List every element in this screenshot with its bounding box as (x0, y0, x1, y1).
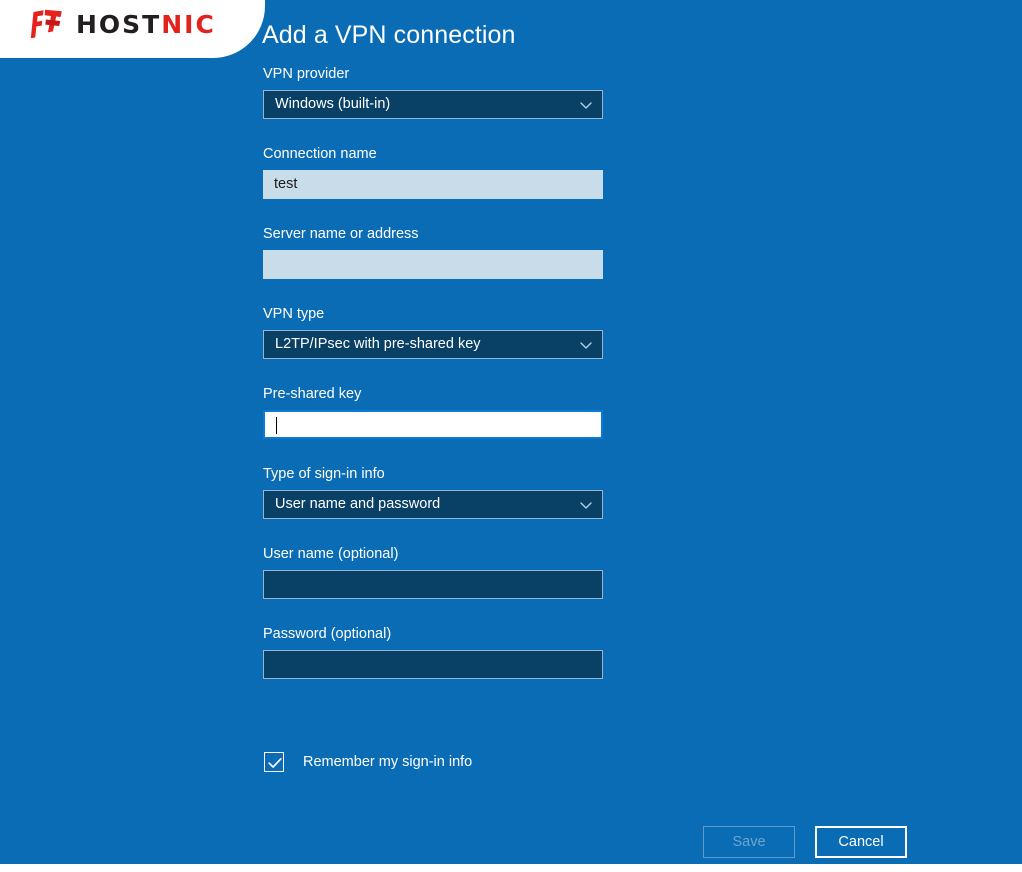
brand-name-nic: NIC (161, 9, 216, 39)
connection-name-label: Connection name (263, 146, 377, 162)
hostnic-flag-icon (30, 9, 62, 39)
brand-name: HOSTNIC (76, 12, 216, 37)
vpn-form: VPN provider Windows (built-in) Connecti… (263, 66, 605, 679)
user-name-input[interactable] (263, 570, 603, 599)
server-name-label: Server name or address (263, 226, 419, 242)
remember-sign-in-label: Remember my sign-in info (303, 754, 473, 770)
remember-sign-in-row[interactable]: Remember my sign-in info (264, 752, 472, 772)
chevron-down-icon (580, 101, 592, 109)
dialog-actions: Save Cancel (703, 826, 907, 858)
vpn-type-select[interactable]: L2TP/IPsec with pre-shared key (263, 330, 603, 359)
field-server-name: Server name or address (263, 226, 605, 279)
connection-name-value: test (274, 176, 298, 193)
sign-in-type-value: User name and password (275, 497, 441, 512)
brand-logo: HOSTNIC (30, 9, 216, 39)
field-connection-name: Connection name test (263, 146, 605, 199)
vpn-provider-label: VPN provider (263, 66, 350, 82)
vpn-type-label: VPN type (263, 306, 325, 322)
field-pre-shared-key: Pre-shared key (263, 386, 605, 439)
pre-shared-key-label: Pre-shared key (263, 386, 362, 402)
field-vpn-provider: VPN provider Windows (built-in) (263, 66, 605, 119)
user-name-label: User name (optional) (263, 546, 399, 562)
vpn-type-value: L2TP/IPsec with pre-shared key (275, 337, 481, 352)
password-label: Password (optional) (263, 626, 392, 642)
brand-name-host: HOST (76, 9, 162, 39)
vpn-dialog-page: HOSTNIC Add a VPN connection VPN provide… (0, 0, 1022, 872)
password-input[interactable] (263, 650, 603, 679)
vpn-provider-select[interactable]: Windows (built-in) (263, 90, 603, 119)
sign-in-type-select[interactable]: User name and password (263, 490, 603, 519)
chevron-down-icon (580, 501, 592, 509)
text-caret (276, 417, 277, 434)
pre-shared-key-input[interactable] (263, 410, 603, 439)
remember-sign-in-checkbox[interactable] (264, 752, 284, 772)
chevron-down-icon (580, 341, 592, 349)
vpn-provider-value: Windows (built-in) (275, 97, 391, 112)
server-name-input[interactable] (263, 250, 603, 279)
page-title: Add a VPN connection (262, 21, 516, 49)
checkmark-icon (268, 758, 282, 768)
cancel-button[interactable]: Cancel (815, 826, 907, 858)
field-sign-in-type: Type of sign-in info User name and passw… (263, 466, 605, 519)
field-user-name: User name (optional) (263, 546, 605, 599)
field-vpn-type: VPN type L2TP/IPsec with pre-shared key (263, 306, 605, 359)
bottom-strip (0, 864, 1022, 872)
connection-name-input[interactable]: test (263, 170, 603, 199)
save-button[interactable]: Save (703, 826, 795, 858)
sign-in-type-label: Type of sign-in info (263, 466, 385, 482)
field-password: Password (optional) (263, 626, 605, 679)
brand-banner: HOSTNIC (0, 0, 265, 58)
